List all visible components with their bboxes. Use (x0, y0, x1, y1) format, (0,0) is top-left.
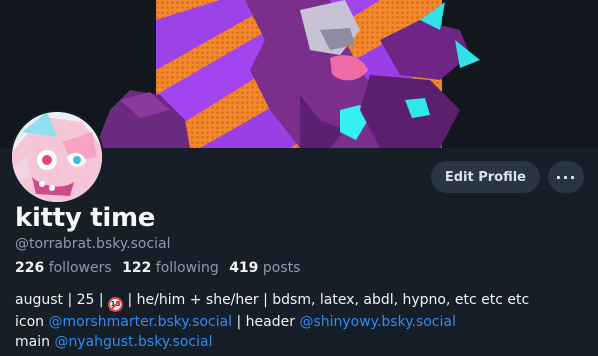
bio-mention-link[interactable]: @shinyowy.bsky.social (299, 314, 455, 330)
following-stat[interactable]: 122 following (122, 260, 219, 276)
bio-mention-link[interactable]: @nyahgust.bsky.social (54, 334, 212, 350)
bio-text: main (15, 334, 55, 350)
avatar[interactable] (10, 110, 104, 204)
profile-bio: august | 25 | 18 | he/him + she/her | bd… (15, 290, 529, 352)
display-name: kitty time (15, 203, 156, 233)
bio-line-1: august | 25 | 18 | he/him + she/her | bd… (15, 290, 529, 312)
followers-label: followers (48, 260, 112, 276)
bio-text: | he/him + she/her | bdsm, latex, abdl, … (123, 292, 530, 308)
bio-text: icon (15, 314, 49, 330)
followers-stat[interactable]: 226 followers (15, 260, 112, 276)
profile-actions: Edit Profile ··· (430, 161, 584, 193)
following-count: 122 (122, 260, 152, 276)
ellipsis-icon: ··· (555, 167, 577, 187)
avatar-image (12, 112, 102, 202)
bio-line-2: icon @morshmarter.bsky.social | header @… (15, 312, 529, 332)
bio-mention-link[interactable]: @morshmarter.bsky.social (48, 314, 232, 330)
posts-count: 419 (229, 260, 259, 276)
profile-handle: @torrabrat.bsky.social (15, 236, 171, 252)
bio-line-3: main @nyahgust.bsky.social (15, 332, 529, 352)
posts-label: posts (262, 260, 301, 276)
bio-text: august | 25 | (15, 292, 109, 308)
more-options-button[interactable]: ··· (548, 161, 584, 193)
followers-count: 226 (15, 260, 45, 276)
posts-stat: 419 posts (229, 260, 300, 276)
edit-profile-button[interactable]: Edit Profile (430, 161, 540, 193)
following-label: following (155, 260, 219, 276)
bio-text: | header (232, 314, 300, 330)
no-under-18-icon: 18 (108, 297, 124, 312)
profile-stats: 226 followers 122 following 419 posts (15, 260, 306, 276)
